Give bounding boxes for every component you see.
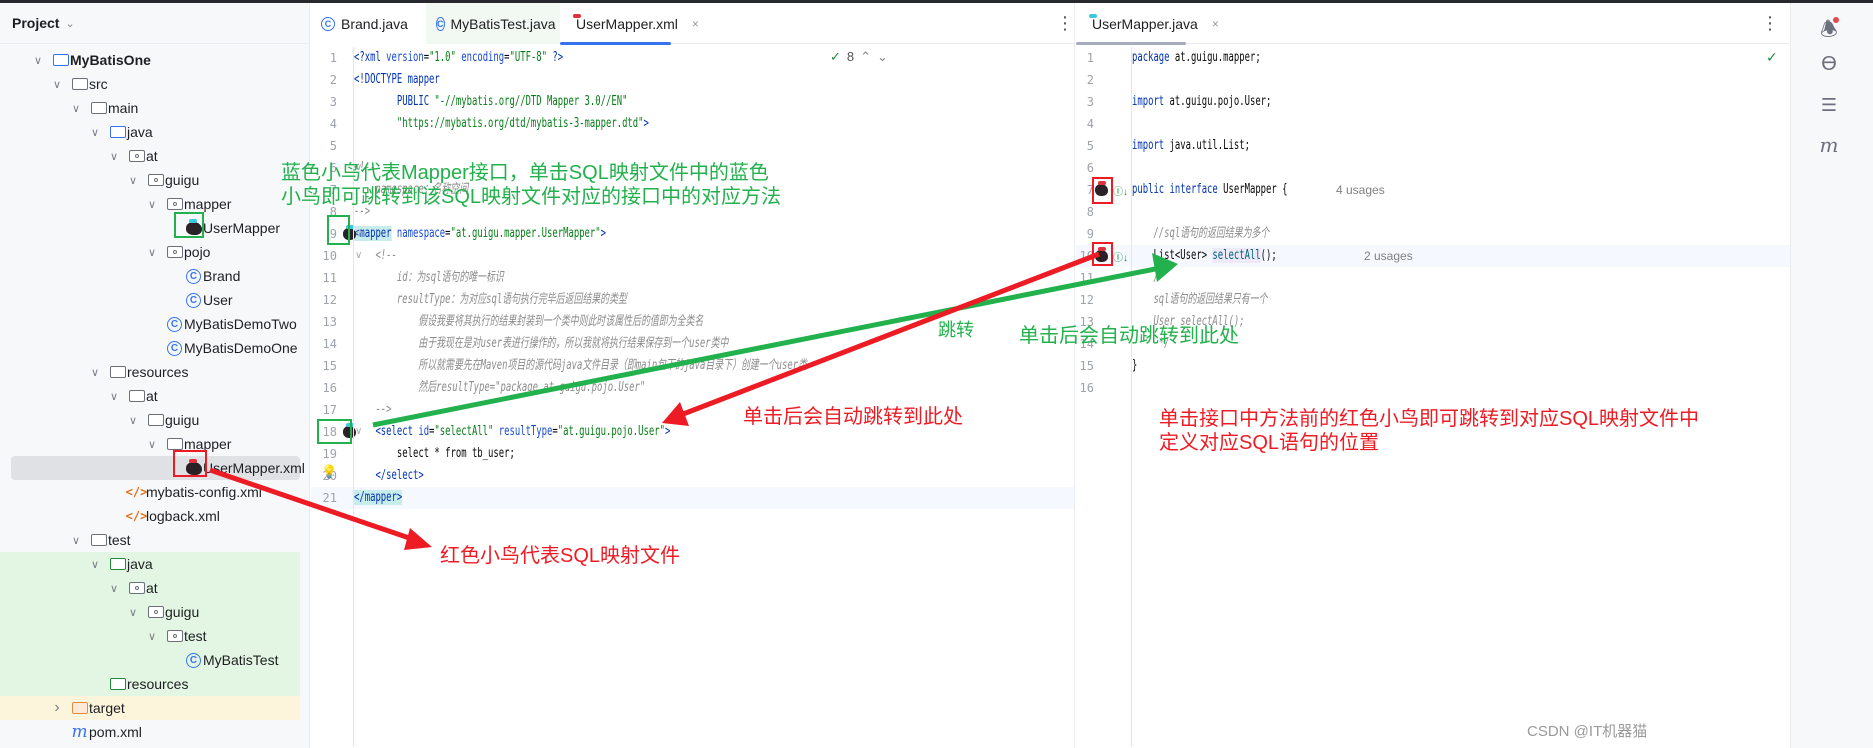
arrow-green-to-interface-method <box>372 253 1178 428</box>
arrow-red-to-xml-note <box>209 467 432 550</box>
watermark: CSDN @IT机器猫 <box>1527 723 1648 740</box>
arrow-red-to-select-statement <box>662 251 1100 426</box>
annotation-arrows <box>209 251 1178 550</box>
